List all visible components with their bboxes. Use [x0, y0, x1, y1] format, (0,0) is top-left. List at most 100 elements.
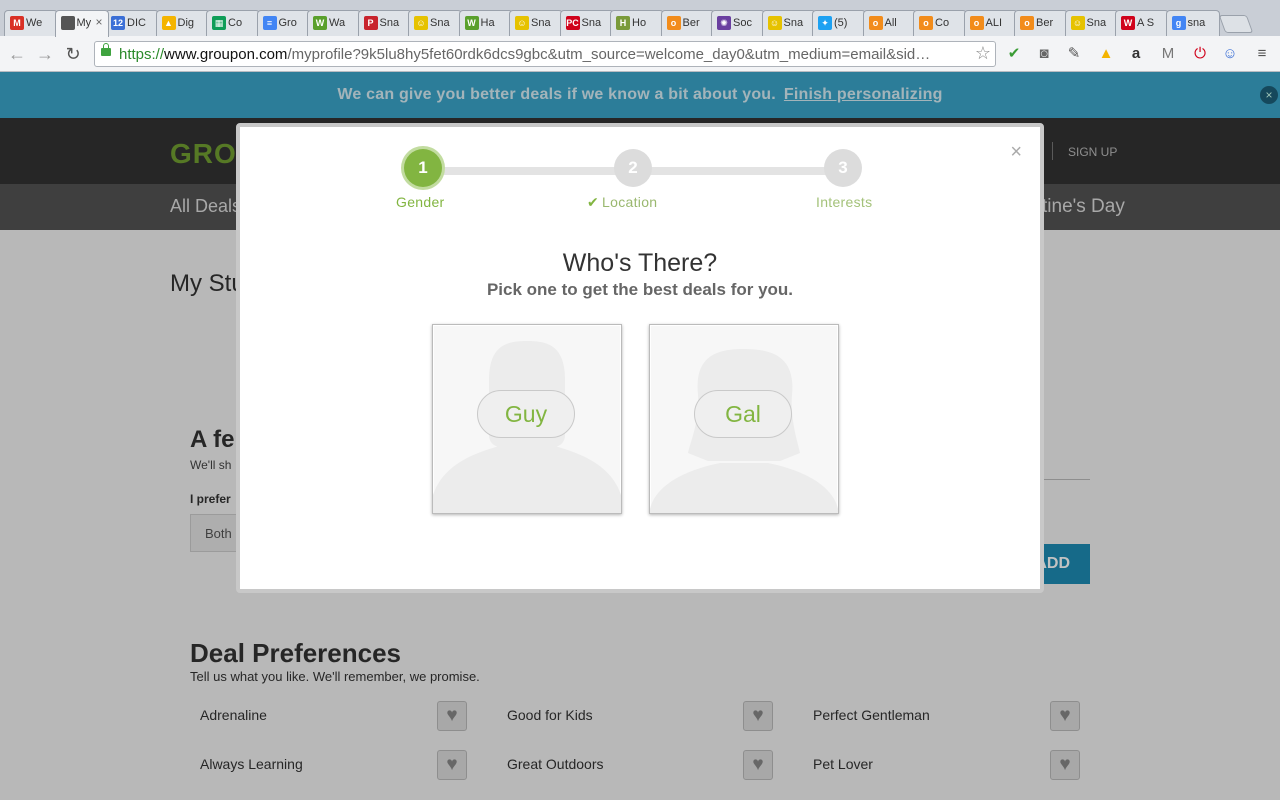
browser-tab[interactable]: ▦ Co — [206, 10, 260, 36]
evernote-extension-icon[interactable]: ✎ — [1064, 44, 1084, 64]
browser-toolbar: ← → ↻ https://www.groupon.com/myprofile?… — [0, 36, 1280, 72]
ghost-icon: ☺ — [1070, 16, 1085, 30]
sheets-icon: ▦ — [212, 16, 226, 30]
pinterest-icon: P — [363, 16, 378, 30]
tab-label: Ho — [632, 17, 647, 29]
modal-close-icon[interactable]: × — [1010, 141, 1022, 164]
step-1-dot[interactable]: 1 — [404, 149, 442, 187]
drive-icon: ▲ — [161, 16, 176, 30]
odesk-icon: o — [868, 16, 883, 30]
calendar-icon: 12 — [111, 16, 125, 30]
google-icon: g — [1171, 16, 1186, 30]
tab-strip: M We My × 12 DIC ▲ Dig ▦ Co ≡ Gro W Wa P Sna ☺ Sna W Ha ☺ Sna… — [0, 0, 1280, 37]
gal-option-card[interactable]: Gal — [649, 324, 839, 514]
new-tab-button[interactable] — [1218, 15, 1254, 33]
tab-label: Soc — [733, 17, 752, 29]
address-bar[interactable]: https://www.groupon.com/myprofile?9k5lu8… — [94, 41, 996, 67]
browser-tab[interactable]: PC Sna — [559, 10, 614, 36]
tab-label: (5) — [834, 17, 848, 29]
browser-tab[interactable]: o Ber — [1014, 10, 1068, 36]
browser-tab[interactable]: ☺ Sna — [761, 10, 816, 36]
guy-option-card[interactable]: Guy — [432, 324, 622, 514]
forward-icon[interactable]: → — [34, 43, 56, 65]
tab-label: We — [26, 17, 43, 29]
groupon-icon — [60, 16, 75, 30]
browser-tab[interactable]: o All — [862, 10, 917, 36]
browser-tab[interactable]: 12 DIC — [105, 10, 159, 36]
browser-tab[interactable]: P Sna — [357, 10, 412, 36]
m-extension-icon[interactable]: M — [1158, 44, 1178, 64]
browser-tab[interactable]: o Ber — [660, 10, 715, 36]
tab-label: sna — [1187, 17, 1206, 29]
lock-icon — [101, 43, 111, 56]
h-icon: H — [616, 16, 630, 30]
step-2-label: ✔ Location — [587, 194, 658, 210]
browser-tab[interactable]: W Wa — [307, 10, 361, 36]
menu-icon[interactable]: ≡ — [1252, 44, 1272, 64]
tab-label: My — [76, 17, 92, 29]
browser-tab[interactable]: ☺ Sna — [509, 10, 563, 36]
tab-label: Sna — [783, 17, 804, 29]
tab-label: Ha — [480, 17, 495, 29]
step-2-dot[interactable]: 2 — [614, 149, 652, 187]
modal-backdrop-banner — [0, 72, 1280, 118]
tab-label: Ber — [682, 17, 700, 29]
browser-tab[interactable]: M We — [4, 10, 58, 36]
tab-label: All — [884, 17, 897, 29]
gmail-icon: M — [10, 16, 24, 30]
tab-label: DIC — [127, 17, 146, 29]
browser-tab[interactable]: WA S — [1115, 10, 1169, 36]
ghost-icon: ☺ — [414, 16, 428, 30]
tab-label: Sna — [531, 17, 551, 29]
burst-icon: ✺ — [717, 16, 731, 30]
reload-icon[interactable]: ↻ — [62, 43, 84, 65]
browser-tab[interactable]: ☺ Sna — [408, 10, 462, 36]
tab-label: Ber — [1036, 17, 1054, 29]
tab-label: Sna — [379, 17, 400, 29]
tab-label: Sna — [581, 17, 602, 29]
browser-tab[interactable]: ≡ Gro — [256, 10, 311, 36]
w-icon: W — [464, 16, 479, 30]
odesk-icon: o — [919, 16, 933, 30]
step-1-label: Gender — [396, 194, 445, 210]
ghostery-extension-icon[interactable]: ☺ — [1220, 44, 1240, 64]
url-text: https://www.groupon.com/myprofile?9k5lu8… — [119, 46, 931, 63]
tab-label: Wa — [329, 17, 346, 29]
power-extension-icon[interactable]: ⏻ — [1190, 44, 1210, 64]
browser-tab[interactable]: W Ha — [458, 10, 513, 36]
personalize-modal: × 1 2 3 Gender ✔ Location Interests Who's… — [236, 123, 1044, 593]
modal-subtitle: Pick one to get the best deals for you. — [486, 280, 794, 299]
tab-label: Gro — [278, 17, 297, 29]
w-red-icon: W — [1121, 16, 1135, 30]
ghost-icon: ☺ — [515, 16, 529, 30]
guy-label: Guy — [477, 390, 575, 438]
gal-label: Gal — [694, 390, 792, 438]
browser-tab[interactable]: o ALI — [963, 10, 1018, 36]
odesk-icon: o — [969, 16, 984, 30]
w-icon: W — [313, 16, 327, 30]
odesk-icon: o — [1020, 16, 1034, 30]
tab-label: Sna — [430, 17, 450, 29]
browser-tab[interactable]: ▲ Dig — [155, 10, 210, 36]
back-icon[interactable]: ← — [6, 43, 28, 65]
tab-label: A S — [1137, 17, 1155, 29]
browser-tab[interactable]: o Co — [913, 10, 967, 36]
pocket-extension-icon[interactable]: ◙ — [1034, 44, 1054, 64]
browser-tab[interactable]: ☺ Sna — [1064, 10, 1119, 36]
tab-label: Co — [228, 17, 243, 29]
tab-close-icon[interactable]: × — [95, 15, 102, 29]
step-3-dot[interactable]: 3 — [824, 149, 862, 187]
browser-tab[interactable]: g sna — [1165, 10, 1220, 36]
browser-tab[interactable]: H Ho — [610, 10, 664, 36]
browser-tab[interactable]: ✦ (5) — [812, 10, 866, 36]
browser-tab[interactable]: My × — [54, 10, 109, 37]
drive-extension-icon[interactable]: ▲ — [1096, 44, 1116, 64]
tab-label: Co — [935, 17, 950, 29]
ghost-icon: ☺ — [767, 16, 782, 30]
browser-tab[interactable]: ✺ Soc — [711, 10, 765, 36]
amazon-extension-icon[interactable]: a — [1126, 44, 1146, 64]
step-3-label: Interests — [816, 194, 873, 210]
bookmark-star-icon[interactable]: ☆ — [975, 43, 991, 64]
tab-label: ALI — [985, 17, 1003, 29]
checkmark-extension-icon[interactable]: ✔ — [1004, 44, 1024, 64]
